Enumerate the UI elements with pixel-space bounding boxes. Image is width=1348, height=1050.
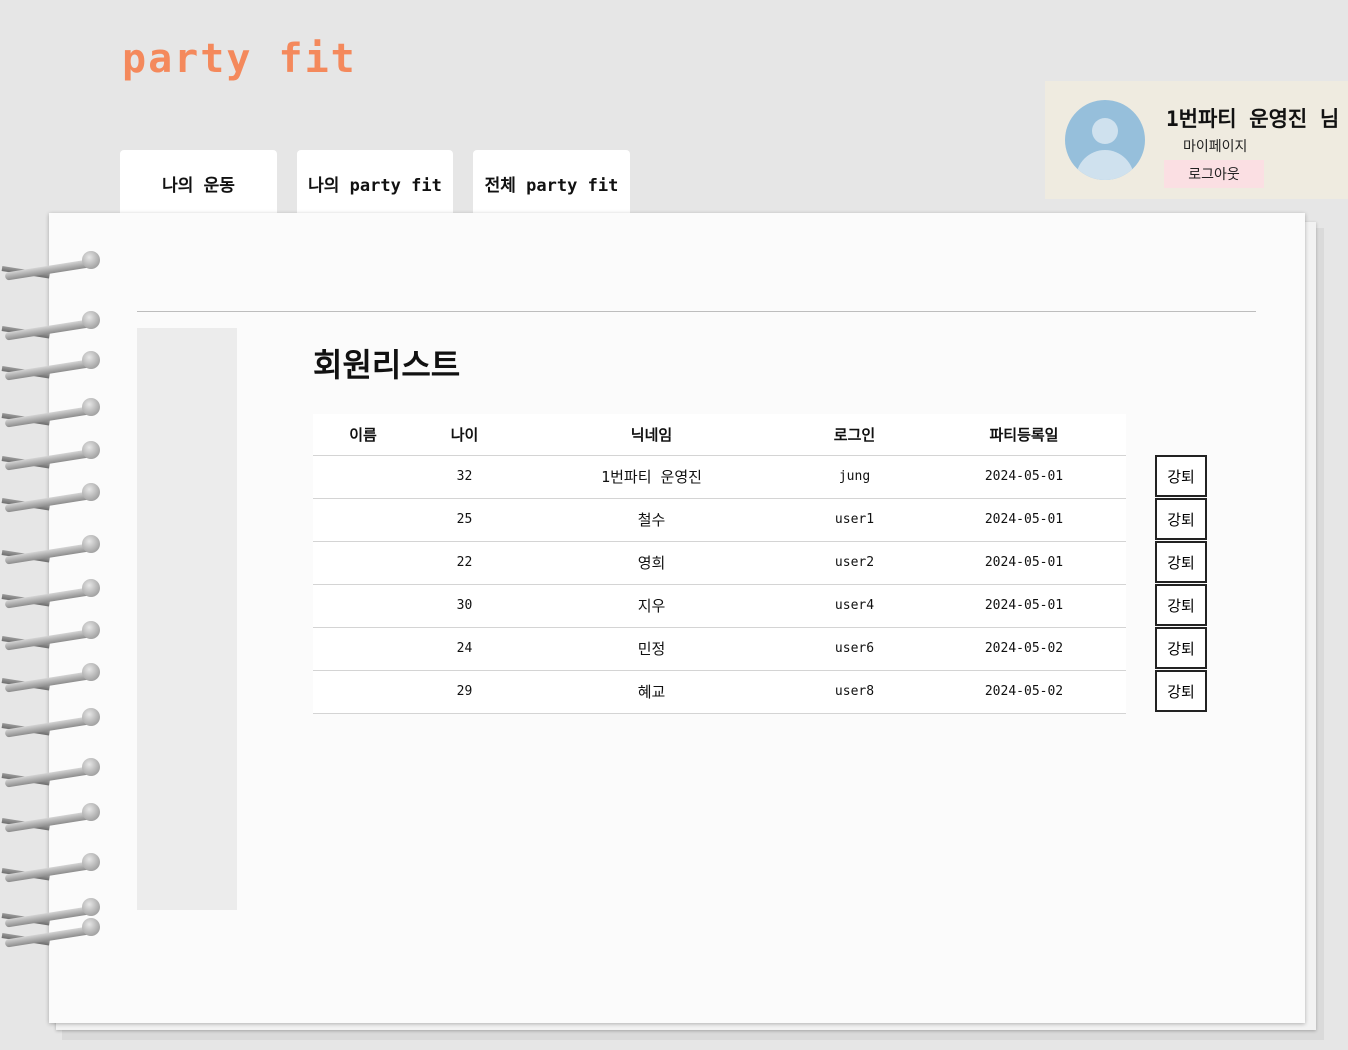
user-avatar-icon xyxy=(1065,100,1145,180)
table-row: 25 철수 user1 2024-05-01 xyxy=(313,498,1126,542)
cell-age: 25 xyxy=(413,498,516,542)
kick-member-button[interactable]: 강퇴 xyxy=(1155,498,1207,540)
kick-member-button[interactable]: 강퇴 xyxy=(1155,584,1207,626)
cell-join-date: 2024-05-02 xyxy=(922,670,1126,714)
column-header-nickname: 닉네임 xyxy=(516,414,787,456)
spiral-ring xyxy=(1,308,102,341)
spiral-ring xyxy=(1,915,102,948)
cell-name xyxy=(313,627,413,671)
cell-age: 29 xyxy=(413,670,516,714)
side-panel xyxy=(137,328,237,910)
spiral-binding xyxy=(0,240,110,960)
cell-nickname: 영희 xyxy=(516,541,787,585)
cell-nickname: 1번파티 운영진 xyxy=(516,455,787,499)
column-header-join-date: 파티등록일 xyxy=(922,414,1126,456)
member-table: 이름 나이 닉네임 로그인 파티등록일 32 1번파티 운영진 jung 202… xyxy=(313,414,1126,714)
profile-card: 1번파티 운영진 님 마이페이지 로그아웃 xyxy=(1045,81,1348,199)
app-logo[interactable]: party fit xyxy=(122,36,357,82)
cell-nickname: 철수 xyxy=(516,498,787,542)
spiral-ring xyxy=(1,705,102,738)
table-row: 29 혜교 user8 2024-05-02 xyxy=(313,670,1126,714)
cell-age: 24 xyxy=(413,627,516,671)
spiral-ring xyxy=(1,438,102,471)
column-header-login: 로그인 xyxy=(787,414,922,456)
tab-my-workout[interactable]: 나의 운동 xyxy=(120,150,277,220)
logout-button[interactable]: 로그아웃 xyxy=(1164,160,1264,188)
table-row: 22 영희 user2 2024-05-01 xyxy=(313,541,1126,585)
cell-login: user8 xyxy=(787,670,922,714)
cell-name xyxy=(313,455,413,499)
kick-member-button[interactable]: 강퇴 xyxy=(1155,670,1207,712)
spiral-ring xyxy=(1,532,102,565)
cell-login: user4 xyxy=(787,584,922,628)
kick-member-button[interactable]: 강퇴 xyxy=(1155,627,1207,669)
cell-age: 30 xyxy=(413,584,516,628)
table-row: 24 민정 user6 2024-05-02 xyxy=(313,627,1126,671)
cell-join-date: 2024-05-01 xyxy=(922,541,1126,585)
cell-age: 22 xyxy=(413,541,516,585)
spiral-ring xyxy=(1,800,102,833)
tab-my-party-fit[interactable]: 나의 party fit xyxy=(297,150,453,220)
cell-nickname: 혜교 xyxy=(516,670,787,714)
cell-join-date: 2024-05-01 xyxy=(922,498,1126,542)
table-header-row: 이름 나이 닉네임 로그인 파티등록일 xyxy=(313,414,1126,456)
cell-join-date: 2024-05-01 xyxy=(922,455,1126,499)
kick-member-button[interactable]: 강퇴 xyxy=(1155,541,1207,583)
table-row: 32 1번파티 운영진 jung 2024-05-01 xyxy=(313,455,1126,499)
cell-nickname: 민정 xyxy=(516,627,787,671)
cell-name xyxy=(313,541,413,585)
cell-login: user2 xyxy=(787,541,922,585)
cell-age: 32 xyxy=(413,455,516,499)
column-header-name: 이름 xyxy=(313,414,413,456)
table-row: 30 지우 user4 2024-05-01 xyxy=(313,584,1126,628)
cell-login: user1 xyxy=(787,498,922,542)
mypage-link[interactable]: 마이페이지 xyxy=(1183,136,1247,156)
spiral-ring xyxy=(1,576,102,609)
spiral-ring xyxy=(1,348,102,381)
cell-login: jung xyxy=(787,455,922,499)
cell-join-date: 2024-05-01 xyxy=(922,584,1126,628)
tab-all-party-fit[interactable]: 전체 party fit xyxy=(473,150,630,220)
spiral-ring xyxy=(1,850,102,883)
spiral-ring xyxy=(1,248,102,281)
spiral-ring xyxy=(1,618,102,651)
cell-nickname: 지우 xyxy=(516,584,787,628)
column-header-age: 나이 xyxy=(413,414,516,456)
spiral-ring xyxy=(1,480,102,513)
cell-name xyxy=(313,498,413,542)
page: party fit 1번파티 운영진 님 마이페이지 로그아웃 나의 운동 나의… xyxy=(0,0,1348,1050)
spiral-ring xyxy=(1,660,102,693)
cell-name xyxy=(313,584,413,628)
spiral-ring xyxy=(1,755,102,788)
spiral-ring xyxy=(1,395,102,428)
cell-name xyxy=(313,670,413,714)
page-divider xyxy=(137,311,1256,312)
page-title: 회원리스트 xyxy=(313,346,461,384)
cell-join-date: 2024-05-02 xyxy=(922,627,1126,671)
profile-name: 1번파티 운영진 님 xyxy=(1166,107,1340,131)
kick-member-button[interactable]: 강퇴 xyxy=(1155,455,1207,497)
cell-login: user6 xyxy=(787,627,922,671)
